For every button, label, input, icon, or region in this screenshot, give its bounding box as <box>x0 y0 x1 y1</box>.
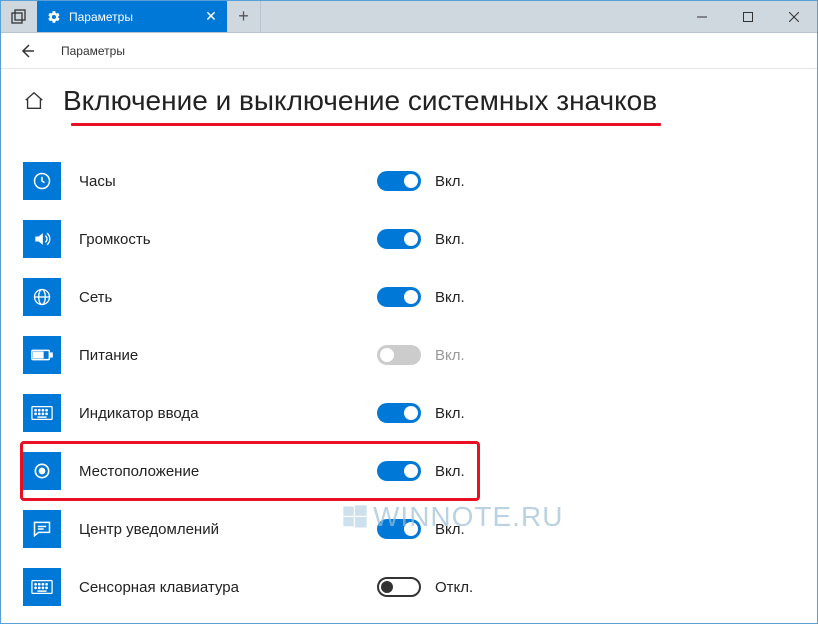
toggle-wrap: Вкл. <box>377 171 465 191</box>
setting-row-clock: Часы Вкл. <box>23 152 795 210</box>
setting-label: Центр уведомлений <box>79 521 359 538</box>
minimize-button[interactable] <box>679 1 725 32</box>
tab-title: Параметры <box>69 10 195 24</box>
message-icon <box>23 510 61 548</box>
setting-label: Часы <box>79 173 359 190</box>
toggle-state-label: Вкл. <box>435 289 465 306</box>
active-tab[interactable]: Параметры ✕ <box>37 1 227 32</box>
globe-icon <box>23 278 61 316</box>
breadcrumb-label: Параметры <box>61 44 125 58</box>
home-icon[interactable] <box>23 90 45 112</box>
toggle-network[interactable] <box>377 287 421 307</box>
heading-row: Включение и выключение системных значков <box>23 85 795 117</box>
toggle-action-center[interactable] <box>377 519 421 539</box>
toggle-state-label: Вкл. <box>435 463 465 480</box>
content: Включение и выключение системных значков… <box>1 69 817 616</box>
toggle-state-label: Откл. <box>435 579 473 596</box>
toggle-wrap: Вкл. <box>377 229 465 249</box>
keyboard-icon <box>23 568 61 606</box>
breadcrumb: Параметры <box>1 33 817 69</box>
toggle-wrap: Вкл. <box>377 287 465 307</box>
location-icon <box>23 452 61 490</box>
toggle-wrap: Вкл. <box>377 519 465 539</box>
titlebar: Параметры ✕ + <box>1 1 817 33</box>
setting-row-input: Индикатор ввода Вкл. <box>23 384 795 442</box>
toggle-volume[interactable] <box>377 229 421 249</box>
toggle-state-label: Вкл. <box>435 521 465 538</box>
toggle-wrap: Вкл. <box>377 403 465 423</box>
setting-row-touch-keyboard: Сенсорная клавиатура Откл. <box>23 558 795 616</box>
window-controls <box>679 1 817 32</box>
battery-icon <box>23 336 61 374</box>
setting-label: Местоположение <box>79 463 359 480</box>
setting-row-volume: Громкость Вкл. <box>23 210 795 268</box>
setting-row-action-center: Центр уведомлений Вкл. <box>23 500 795 558</box>
page-title: Включение и выключение системных значков <box>63 85 657 117</box>
toggle-clock[interactable] <box>377 171 421 191</box>
toggle-location[interactable] <box>377 461 421 481</box>
toggle-touch-keyboard[interactable] <box>377 577 421 597</box>
toggle-state-label: Вкл. <box>435 347 465 364</box>
title-underline <box>71 123 661 126</box>
toggle-power <box>377 345 421 365</box>
clock-icon <box>23 162 61 200</box>
setting-row-network: Сеть Вкл. <box>23 268 795 326</box>
titlebar-left: Параметры ✕ + <box>1 1 261 32</box>
settings-list: Часы Вкл. Громкость Вкл. Сеть Вкл. Питание Вкл.… <box>23 152 795 616</box>
close-button[interactable] <box>771 1 817 32</box>
setting-row-power: Питание Вкл. <box>23 326 795 384</box>
back-button[interactable] <box>15 39 39 63</box>
new-tab-button[interactable]: + <box>227 1 261 32</box>
keyboard-icon <box>23 394 61 432</box>
setting-row-location: Местоположение Вкл. <box>23 442 795 500</box>
setting-label: Индикатор ввода <box>79 405 359 422</box>
toggle-state-label: Вкл. <box>435 173 465 190</box>
toggle-wrap: Вкл. <box>377 345 465 365</box>
volume-icon <box>23 220 61 258</box>
toggle-state-label: Вкл. <box>435 405 465 422</box>
setting-label: Громкость <box>79 231 359 248</box>
setting-label: Сенсорная клавиатура <box>79 579 359 596</box>
toggle-wrap: Откл. <box>377 577 473 597</box>
gear-icon <box>47 10 61 24</box>
tab-close-button[interactable]: ✕ <box>203 9 219 25</box>
setting-label: Питание <box>79 347 359 364</box>
toggle-input[interactable] <box>377 403 421 423</box>
maximize-button[interactable] <box>725 1 771 32</box>
setting-label: Сеть <box>79 289 359 306</box>
toggle-state-label: Вкл. <box>435 231 465 248</box>
app-icon <box>1 1 37 32</box>
toggle-wrap: Вкл. <box>377 461 465 481</box>
